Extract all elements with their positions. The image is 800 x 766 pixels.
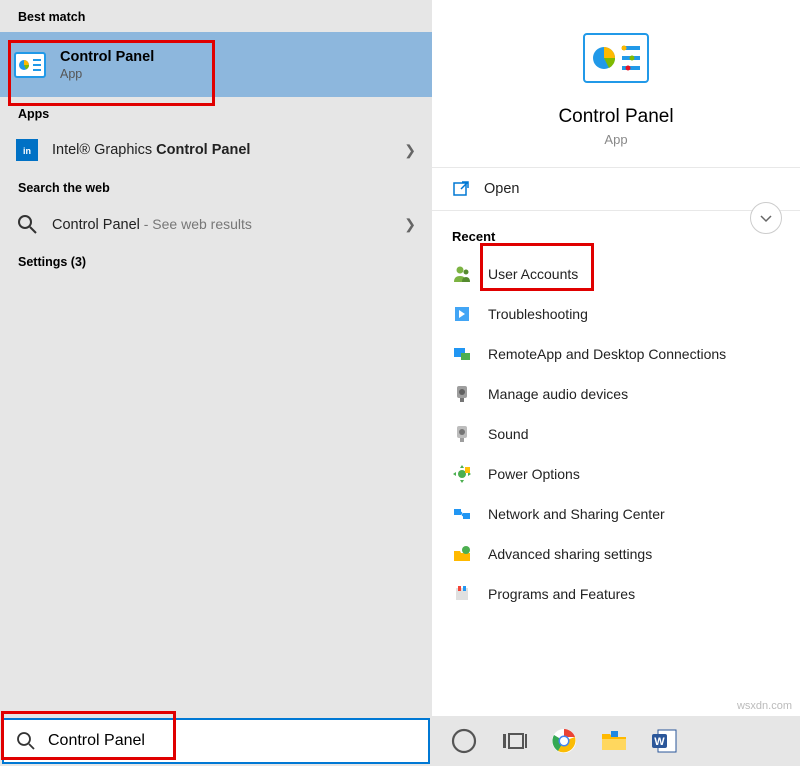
hero-subtitle: App	[604, 132, 627, 147]
recent-item[interactable]: Sound	[432, 414, 800, 454]
recent-item[interactable]: Troubleshooting	[432, 294, 800, 334]
audio-icon	[452, 384, 472, 404]
expand-button[interactable]	[750, 202, 782, 234]
section-best-match: Best match	[0, 0, 432, 32]
search-icon	[16, 213, 38, 235]
section-settings[interactable]: Settings (3)	[0, 245, 432, 277]
apps-item-intel[interactable]: in Intel® Graphics Control Panel ❯	[0, 129, 432, 171]
control-panel-icon	[14, 49, 46, 81]
recent-item-label: Power Options	[488, 466, 580, 482]
svg-text:in: in	[23, 146, 31, 156]
best-match-subtitle: App	[60, 67, 154, 81]
chevron-right-icon: ❯	[404, 142, 416, 159]
hero-title: Control Panel	[558, 106, 673, 128]
recent-item-label: Programs and Features	[488, 586, 635, 602]
recent-item[interactable]: Network and Sharing Center	[432, 494, 800, 534]
cortana-icon[interactable]	[450, 727, 478, 755]
intel-icon: in	[16, 139, 38, 161]
watermark: wsxdn.com	[737, 700, 792, 712]
chrome-icon[interactable]	[550, 727, 578, 755]
recent-item-label: RemoteApp and Desktop Connections	[488, 346, 726, 362]
open-icon	[452, 180, 470, 198]
recent-item[interactable]: User Accounts	[432, 254, 800, 294]
search-results-pane: Best match Control Panel App Apps in Int…	[0, 0, 432, 716]
best-match-title: Control Panel	[60, 49, 154, 65]
task-view-icon[interactable]	[500, 727, 528, 755]
hero: Control Panel App	[432, 0, 800, 168]
best-match-item[interactable]: Control Panel App	[0, 32, 432, 97]
recent-list: User Accounts Troubleshooting RemoteApp an…	[432, 254, 800, 614]
detail-pane: Control Panel App Open Recent User Accou…	[432, 0, 800, 716]
recent-item[interactable]: RemoteApp and Desktop Connections	[432, 334, 800, 374]
recent-item-label: Sound	[488, 426, 528, 442]
recent-item-label: Troubleshooting	[488, 306, 588, 322]
troubleshooting-icon	[452, 304, 472, 324]
search-icon	[16, 731, 36, 751]
section-apps: Apps	[0, 97, 432, 129]
web-item[interactable]: Control Panel - See web results ❯	[0, 203, 432, 245]
recent-item[interactable]: Manage audio devices	[432, 374, 800, 414]
remoteapp-icon	[452, 344, 472, 364]
file-explorer-icon[interactable]	[600, 727, 628, 755]
open-action[interactable]: Open	[432, 168, 800, 210]
recent-item[interactable]: Programs and Features	[432, 574, 800, 614]
web-item-label: Control Panel - See web results	[52, 216, 404, 233]
user-accounts-icon	[452, 264, 472, 284]
power-icon	[452, 464, 472, 484]
apps-item-label: Intel® Graphics Control Panel	[52, 142, 404, 158]
sound-icon	[452, 424, 472, 444]
sharing-icon	[452, 544, 472, 564]
svg-text:W: W	[654, 736, 665, 748]
chevron-down-icon	[759, 211, 773, 225]
section-search-web: Search the web	[0, 171, 432, 203]
programs-icon	[452, 584, 472, 604]
search-input[interactable]	[48, 732, 428, 750]
recent-item-label: Network and Sharing Center	[488, 506, 665, 522]
word-icon[interactable]: W	[650, 727, 678, 755]
recent-item[interactable]: Power Options	[432, 454, 800, 494]
section-recent: Recent	[432, 211, 800, 254]
recent-item-label: Advanced sharing settings	[488, 546, 652, 562]
recent-item-label: Manage audio devices	[488, 386, 628, 402]
recent-item[interactable]: Advanced sharing settings	[432, 534, 800, 574]
recent-item-label: User Accounts	[488, 266, 578, 282]
control-panel-icon	[582, 30, 650, 86]
network-icon	[452, 504, 472, 524]
search-box[interactable]	[2, 718, 430, 764]
taskbar: W	[0, 716, 800, 766]
chevron-right-icon: ❯	[404, 216, 416, 233]
open-label: Open	[484, 181, 519, 197]
